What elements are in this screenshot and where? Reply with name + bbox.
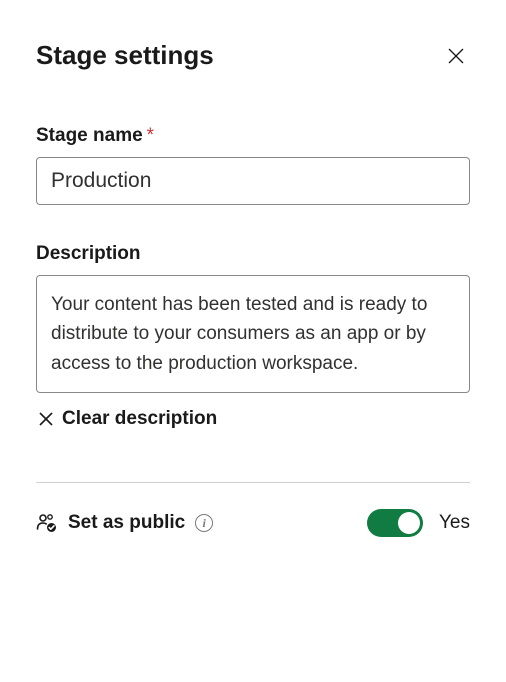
clear-icon (36, 409, 56, 429)
description-label: Description (36, 243, 470, 265)
set-as-public-left: Set as public i (36, 512, 213, 534)
description-field: Description Clear description (36, 243, 470, 430)
stage-settings-panel: Stage settings Stage name* Description C… (0, 0, 506, 537)
people-check-icon (36, 512, 58, 534)
panel-title: Stage settings (36, 40, 214, 71)
toggle-knob (398, 512, 420, 534)
stage-name-field: Stage name* (36, 125, 470, 205)
required-indicator: * (147, 125, 154, 146)
stage-name-label: Stage name* (36, 125, 470, 147)
set-as-public-row: Set as public i Yes (36, 509, 470, 537)
stage-name-label-text: Stage name (36, 125, 143, 146)
set-as-public-right: Yes (367, 509, 470, 537)
section-divider (36, 482, 470, 483)
info-icon[interactable]: i (195, 514, 213, 532)
clear-description-label: Clear description (62, 408, 217, 430)
close-icon (446, 46, 466, 66)
panel-header: Stage settings (36, 40, 470, 71)
close-button[interactable] (442, 42, 470, 70)
set-as-public-state: Yes (439, 512, 470, 534)
description-textarea[interactable] (36, 275, 470, 393)
clear-description-button[interactable]: Clear description (36, 408, 470, 430)
set-as-public-toggle[interactable] (367, 509, 423, 537)
set-as-public-label: Set as public (68, 512, 185, 534)
stage-name-input[interactable] (36, 157, 470, 205)
